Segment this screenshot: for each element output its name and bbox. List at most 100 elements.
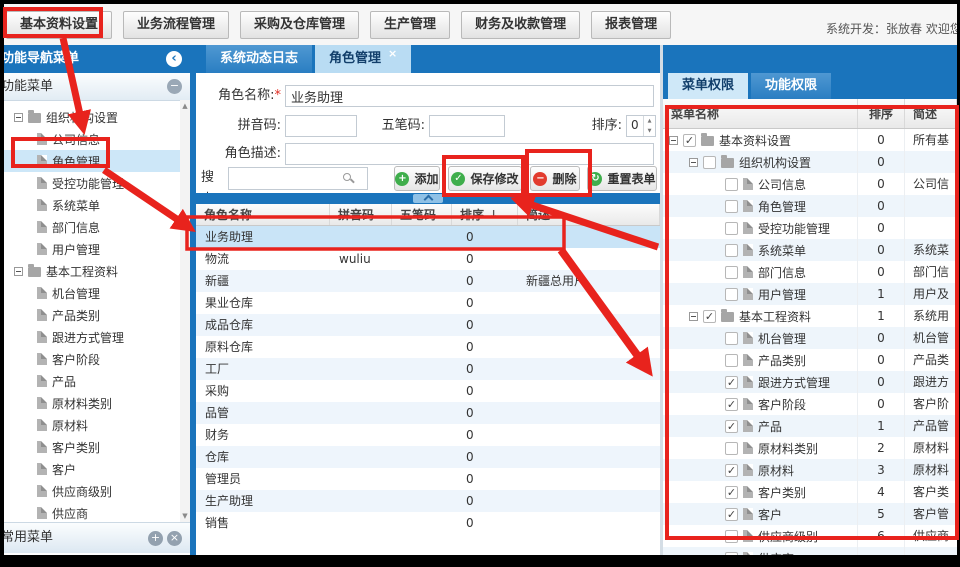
permission-row[interactable]: 供应商 bbox=[663, 547, 957, 555]
close-icon[interactable]: × bbox=[388, 47, 397, 60]
table-row[interactable]: 管理员0 bbox=[196, 468, 660, 490]
role-name-input[interactable] bbox=[285, 85, 654, 107]
sidebar-item[interactable]: 客户类别 bbox=[4, 436, 180, 458]
sort-stepper[interactable]: 0 ▲ ▼ bbox=[626, 115, 656, 137]
collapse-minus-icon[interactable]: − bbox=[167, 79, 182, 94]
menu-button-1[interactable]: 业务流程管理 bbox=[123, 11, 229, 39]
permission-row[interactable]: 受控功能管理0 bbox=[663, 217, 957, 239]
table-row[interactable]: 果业仓库0 bbox=[196, 292, 660, 314]
permission-row[interactable]: 供应商级别6供应商 bbox=[663, 525, 957, 547]
checkbox[interactable] bbox=[725, 332, 738, 345]
table-row[interactable]: 新疆0新疆总用户 bbox=[196, 270, 660, 292]
table-row[interactable]: 物流wuliu0 bbox=[196, 248, 660, 270]
checkbox[interactable]: ✓ bbox=[683, 134, 696, 147]
sidebar-group[interactable]: 组织机构设置 bbox=[4, 106, 180, 128]
expander-icon[interactable] bbox=[689, 158, 698, 167]
toolbar-button-删除[interactable]: −删除 bbox=[530, 166, 580, 191]
menu-button-3[interactable]: 生产管理 bbox=[370, 11, 450, 39]
checkbox[interactable] bbox=[725, 288, 738, 301]
permission-row[interactable]: ✓基本资料设置0所有基 bbox=[663, 129, 957, 151]
checkbox[interactable]: ✓ bbox=[725, 376, 738, 389]
permission-row[interactable]: ✓客户阶段0客户阶 bbox=[663, 393, 957, 415]
sidebar-item[interactable]: 公司信息 bbox=[4, 128, 180, 150]
permission-row[interactable]: 机台管理0机台管 bbox=[663, 327, 957, 349]
role-desc-input[interactable] bbox=[285, 143, 654, 165]
expander-icon[interactable] bbox=[669, 136, 678, 145]
menu-button-4[interactable]: 财务及收款管理 bbox=[461, 11, 580, 39]
sidebar-item[interactable]: 受控功能管理 bbox=[4, 172, 180, 194]
menu-button-0[interactable]: 基本资料设置 bbox=[6, 11, 112, 39]
permission-row[interactable]: ✓产品1产品管 bbox=[663, 415, 957, 437]
sidebar-item[interactable]: 客户 bbox=[4, 458, 180, 480]
sidebar-scrollbar[interactable]: ▲ ▼ bbox=[180, 100, 190, 522]
toolbar-button-重置表单[interactable]: ↻重置表单 bbox=[587, 166, 657, 191]
sidebar-item[interactable]: 系统菜单 bbox=[4, 194, 180, 216]
toolbar-button-添加[interactable]: +添加 bbox=[394, 166, 440, 191]
column-header-简述[interactable]: 简述 bbox=[518, 204, 660, 225]
checkbox[interactable] bbox=[725, 266, 738, 279]
spin-up-icon[interactable]: ▲ bbox=[644, 116, 655, 126]
checkbox[interactable] bbox=[725, 552, 738, 556]
table-row[interactable]: 业务助理0 bbox=[196, 226, 660, 248]
column-header-排序[interactable]: 排序↓ bbox=[452, 204, 518, 225]
permission-row[interactable]: 原材料类别2原材料 bbox=[663, 437, 957, 459]
tab-角色管理[interactable]: 角色管理× bbox=[315, 45, 411, 73]
expander-icon[interactable] bbox=[14, 113, 23, 122]
column-header-简述[interactable]: 简述 bbox=[905, 99, 957, 128]
column-header-五笔码[interactable]: 五笔码 bbox=[392, 204, 452, 225]
sidebar-item[interactable]: 供应商级别 bbox=[4, 480, 180, 502]
table-row[interactable]: 生产助理0 bbox=[196, 490, 660, 512]
scroll-up-icon[interactable]: ▲ bbox=[180, 102, 190, 110]
permission-row[interactable]: 角色管理0 bbox=[663, 195, 957, 217]
checkbox[interactable] bbox=[725, 354, 738, 367]
wubi-input[interactable] bbox=[429, 115, 505, 137]
checkbox[interactable]: ✓ bbox=[725, 398, 738, 411]
column-header-菜单名称[interactable]: 菜单名称 bbox=[663, 99, 858, 128]
permission-row[interactable]: ✓客户类别4客户类 bbox=[663, 481, 957, 503]
permission-row[interactable]: 部门信息0部门信 bbox=[663, 261, 957, 283]
permission-row[interactable]: ✓跟进方式管理0跟进方 bbox=[663, 371, 957, 393]
table-row[interactable]: 工厂0 bbox=[196, 358, 660, 380]
tab-菜单权限[interactable]: 菜单权限 bbox=[668, 73, 748, 99]
sidebar-item[interactable]: 客户阶段 bbox=[4, 348, 180, 370]
remove-common-icon[interactable]: × bbox=[167, 531, 182, 546]
table-row[interactable]: 财务0 bbox=[196, 424, 660, 446]
sidebar-item[interactable]: 跟进方式管理 bbox=[4, 326, 180, 348]
checkbox[interactable] bbox=[725, 442, 738, 455]
table-row[interactable]: 销售0 bbox=[196, 512, 660, 534]
sidebar-item[interactable]: 产品类别 bbox=[4, 304, 180, 326]
add-common-icon[interactable]: + bbox=[148, 531, 163, 546]
sidebar-item[interactable]: 部门信息 bbox=[4, 216, 180, 238]
common-menu-bar[interactable]: 常用菜单 + × bbox=[4, 522, 190, 553]
checkbox[interactable] bbox=[725, 222, 738, 235]
scroll-down-icon[interactable]: ▼ bbox=[180, 512, 190, 520]
permission-row[interactable]: 组织机构设置0 bbox=[663, 151, 957, 173]
checkbox[interactable] bbox=[725, 244, 738, 257]
sidebar-item[interactable]: 原材料 bbox=[4, 414, 180, 436]
table-row[interactable]: 成品仓库0 bbox=[196, 314, 660, 336]
expander-icon[interactable] bbox=[689, 312, 698, 321]
tab-功能权限[interactable]: 功能权限 bbox=[751, 73, 831, 99]
toolbar-button-保存修改[interactable]: ✓保存修改 bbox=[448, 166, 522, 191]
sidebar-item[interactable]: 原材料类别 bbox=[4, 392, 180, 414]
expander-icon[interactable] bbox=[14, 267, 23, 276]
checkbox[interactable] bbox=[725, 530, 738, 543]
spin-down-icon[interactable]: ▼ bbox=[644, 126, 655, 136]
sidebar-collapse-icon[interactable]: ‹ bbox=[166, 51, 182, 67]
checkbox[interactable]: ✓ bbox=[703, 310, 716, 323]
sidebar-item[interactable]: 供应商 bbox=[4, 502, 180, 522]
permission-row[interactable]: ✓基本工程资料1系统用 bbox=[663, 305, 957, 327]
checkbox[interactable] bbox=[703, 156, 716, 169]
permission-row[interactable]: ✓客户5客户管 bbox=[663, 503, 957, 525]
table-row[interactable]: 仓库0 bbox=[196, 446, 660, 468]
checkbox[interactable] bbox=[725, 178, 738, 191]
table-row[interactable]: 品管0 bbox=[196, 402, 660, 424]
permission-row[interactable]: ✓原材料3原材料 bbox=[663, 459, 957, 481]
permission-row[interactable]: 系统菜单0系统菜 bbox=[663, 239, 957, 261]
tab-系统动态日志[interactable]: 系统动态日志 bbox=[206, 45, 312, 73]
horizontal-splitter[interactable] bbox=[196, 193, 660, 204]
sidebar-group[interactable]: 基本工程资料 bbox=[4, 260, 180, 282]
sidebar-item[interactable]: 产品 bbox=[4, 370, 180, 392]
table-row[interactable]: 原料仓库0 bbox=[196, 336, 660, 358]
sidebar-item[interactable]: 机台管理 bbox=[4, 282, 180, 304]
